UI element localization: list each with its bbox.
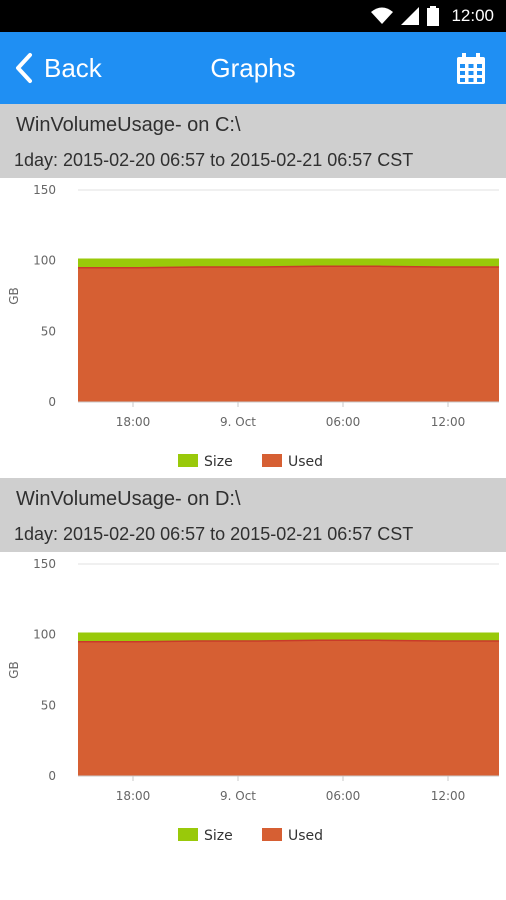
legend-label-used: Used	[288, 454, 323, 470]
y-tick-label: 150	[33, 183, 56, 197]
graph-header: WinVolumeUsage- on D:\ 1day: 2015-02-20 …	[0, 478, 506, 552]
app-bar: Back Graphs	[0, 32, 506, 104]
x-tick-label: 12:00	[431, 415, 466, 429]
y-tick-label: 0	[48, 395, 56, 409]
legend-swatch-used	[262, 454, 282, 467]
legend-swatch-used	[262, 828, 282, 841]
chevron-left-icon	[16, 53, 32, 83]
legend-label-size: Size	[204, 454, 233, 470]
x-tick-label: 9. Oct	[220, 789, 256, 803]
graph-range: 1day: 2015-02-20 06:57 to 2015-02-21 06:…	[14, 150, 414, 170]
chart-svg: 0 50 100 150 GB 18:00 9. Oct 06:00 12:00 Size Used	[7, 183, 499, 470]
legend-swatch-size	[178, 454, 198, 467]
status-bar: 12:00	[0, 0, 506, 32]
graph-title: WinVolumeUsage- on D:\	[16, 488, 241, 510]
y-tick-label: 50	[41, 324, 56, 338]
y-axis-label: GB	[7, 661, 21, 679]
y-tick-label: 100	[33, 628, 56, 642]
legend-label-used: Used	[288, 828, 323, 844]
chart-svg: 0 50 100 150 GB 18:00 9. Oct 06:00 12:00 Size Used	[7, 557, 499, 844]
graph-header: WinVolumeUsage- on C:\ 1day: 2015-02-20 …	[0, 104, 506, 178]
series-area-used	[78, 266, 499, 402]
y-tick-label: 100	[33, 254, 56, 268]
graph-range: 1day: 2015-02-20 06:57 to 2015-02-21 06:…	[14, 524, 414, 544]
back-button[interactable]: Back	[14, 32, 102, 104]
x-tick-label: 9. Oct	[220, 415, 256, 429]
y-tick-label: 50	[41, 698, 56, 712]
x-tick-label: 06:00	[326, 789, 361, 803]
back-label: Back	[44, 52, 102, 83]
series-area-used	[78, 640, 499, 776]
calendar-icon	[457, 53, 485, 84]
status-icons: 12:00	[371, 0, 494, 32]
y-tick-label: 150	[33, 557, 56, 571]
legend-label-size: Size	[204, 828, 233, 844]
y-axis-label: GB	[7, 287, 21, 305]
x-tick-label: 06:00	[326, 415, 361, 429]
status-time: 12:00	[451, 6, 494, 25]
legend-swatch-size	[178, 828, 198, 841]
y-tick-label: 0	[48, 769, 56, 783]
graph-title: WinVolumeUsage- on C:\	[16, 114, 241, 136]
wifi-icon	[371, 7, 394, 24]
x-tick-label: 18:00	[116, 415, 151, 429]
battery-icon	[427, 6, 440, 26]
x-tick-label: 12:00	[431, 789, 466, 803]
graph-panel-d: WinVolumeUsage- on D:\ 1day: 2015-02-20 …	[0, 478, 506, 852]
x-tick-label: 18:00	[116, 789, 151, 803]
signal-icon	[401, 7, 420, 25]
calendar-button[interactable]	[454, 52, 488, 86]
graph-panel-c: WinVolumeUsage- on C:\ 1day: 2015-02-20 …	[0, 104, 506, 478]
